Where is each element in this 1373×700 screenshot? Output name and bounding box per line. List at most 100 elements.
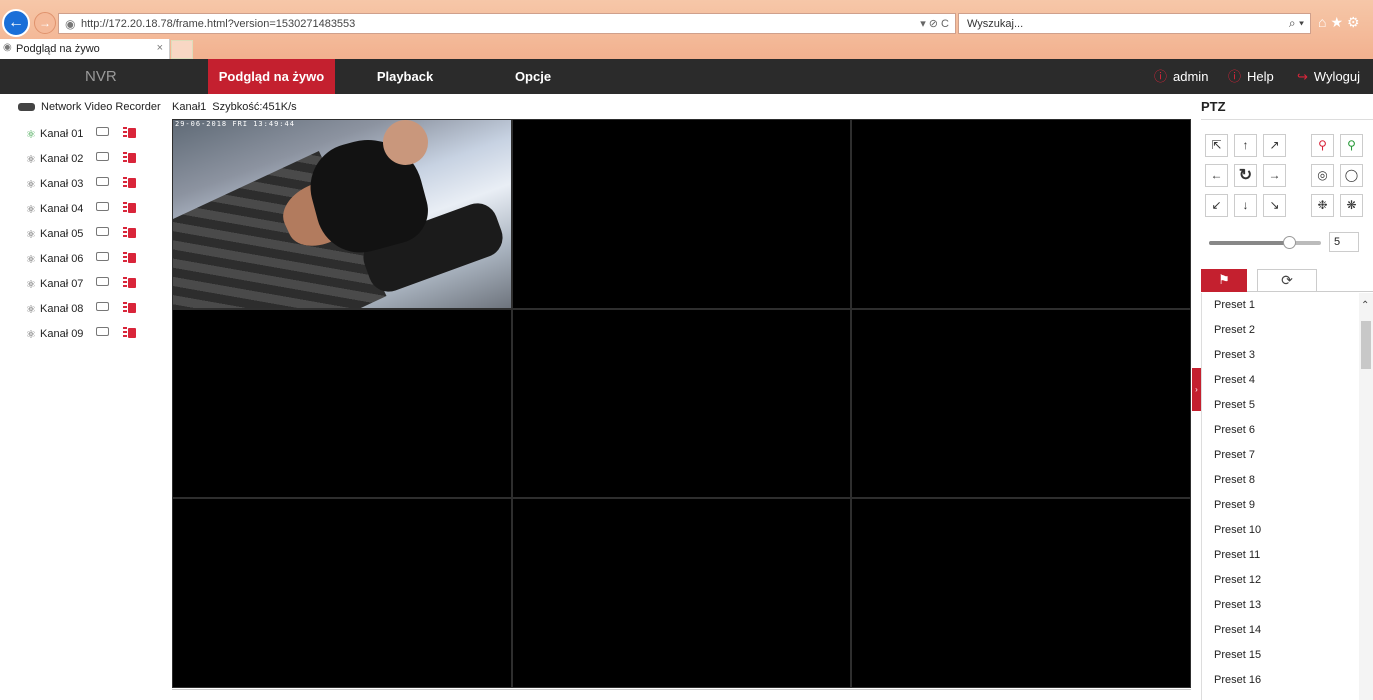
focus-near-icon[interactable]: ◎ [1311,164,1334,187]
ptz-speed-value[interactable]: 5 [1329,232,1359,252]
channel-item[interactable]: ⚛ Kanał 03 [26,176,156,203]
user-name: admin [1173,69,1209,84]
channel-item[interactable]: ⚛ Kanał 09 [26,326,156,353]
channel-item[interactable]: ⚛ Kanał 07 [26,276,156,303]
preset-item[interactable]: Preset 16 [1202,668,1359,693]
new-tab-button[interactable] [171,40,193,59]
preset-item[interactable]: Preset 14 [1202,618,1359,643]
record-icon[interactable] [96,252,109,264]
ptz-down-left-button[interactable]: ↙ [1205,194,1228,217]
ptz-right-button[interactable]: → [1263,164,1286,187]
ptz-speed-slider[interactable] [1209,241,1321,245]
record-icon[interactable] [96,302,109,314]
channel-label: Kanał 03 [40,178,84,190]
flag-icon[interactable]: ⚑ [1201,269,1247,292]
preset-item[interactable]: Preset 15 [1202,643,1359,668]
ptz-left-button[interactable]: ← [1205,164,1228,187]
scroll-thumb[interactable] [1361,321,1371,369]
home-favorites-settings-icons[interactable]: ⌂★⚙ [1318,14,1373,31]
preset-item[interactable]: Preset 1 [1202,293,1359,318]
video-cell-1[interactable]: 29-06-2018 FRI 13:49:44 [173,120,511,308]
user-icon: ⓘ [1154,69,1168,84]
preset-item[interactable]: Preset 12 [1202,568,1359,593]
preset-scrollbar[interactable]: ⌃ [1359,293,1373,700]
tab-close-icon[interactable]: × [157,42,163,54]
preset-item[interactable]: Preset 9 [1202,493,1359,518]
search-icon[interactable]: ⌕ ▾ [1289,16,1304,31]
camera-node-icon: ⚛ [26,229,36,241]
back-button[interactable]: ← [2,9,30,37]
logout-button[interactable]: ↪ Wyloguj [1297,59,1360,94]
alarm-icon[interactable] [123,301,136,314]
preset-item[interactable]: Preset 11 [1202,543,1359,568]
ptz-auto-rotate-button[interactable]: ↻ [1234,164,1257,187]
video-cell-7[interactable] [173,499,511,687]
record-icon[interactable] [96,277,109,289]
ptz-divider [1201,119,1373,120]
video-cell-3[interactable] [852,120,1190,308]
record-icon[interactable] [96,177,109,189]
address-controls[interactable]: ▾ ⊘ C [920,17,949,30]
channel-item[interactable]: ⚛ Kanał 05 [26,226,156,253]
record-icon[interactable] [96,152,109,164]
channel-item[interactable]: ⚛ Kanał 04 [26,201,156,228]
tab-playback[interactable]: Playback [360,59,450,94]
record-icon[interactable] [96,202,109,214]
alarm-icon[interactable] [123,151,136,164]
help-button[interactable]: ⓘ Help [1228,59,1274,94]
preset-item[interactable]: Preset 7 [1202,443,1359,468]
alarm-icon[interactable] [123,276,136,289]
preset-item[interactable]: Preset 2 [1202,318,1359,343]
user-menu[interactable]: ⓘ admin [1154,59,1208,94]
channel-item[interactable]: ⚛ Kanał 06 [26,251,156,278]
video-cell-4[interactable] [173,309,511,498]
browser-tab[interactable]: ◉ Podgląd na żywo × [0,39,170,59]
record-icon[interactable] [96,227,109,239]
alarm-icon[interactable] [123,176,136,189]
channel-item[interactable]: ⚛ Kanał 02 [26,151,156,178]
address-bar[interactable]: ◉ http://172.20.18.78/frame.html?version… [58,13,956,34]
search-input[interactable]: Wyszukaj... ⌕ ▾ [958,13,1311,34]
help-icon: ⓘ [1228,69,1242,84]
alarm-icon[interactable] [123,201,136,214]
video-cell-6[interactable] [852,309,1190,498]
channel-item[interactable]: ⚛ Kanał 01 [26,126,156,153]
alarm-icon[interactable] [123,251,136,264]
ptz-down-button[interactable]: ↓ [1234,194,1257,217]
record-icon[interactable] [96,127,109,139]
scroll-up-icon[interactable]: ⌃ [1361,300,1369,311]
tab-live-view[interactable]: Podgląd na żywo [208,59,335,94]
device-node[interactable]: Network Video Recorder [18,101,161,113]
tab-options[interactable]: Opcje [498,59,568,94]
ptz-up-right-button[interactable]: ↗ [1263,134,1286,157]
ptz-up-button[interactable]: ↑ [1234,134,1257,157]
zoom-out-icon[interactable]: ⚲ [1340,134,1363,157]
zoom-in-icon[interactable]: ⚲ [1311,134,1334,157]
cycle-icon[interactable]: ⟳ [1257,269,1317,292]
channel-item[interactable]: ⚛ Kanał 08 [26,301,156,328]
video-cell-8[interactable] [512,499,851,687]
focus-far-icon[interactable]: ◯ [1340,164,1363,187]
preset-item[interactable]: Preset 5 [1202,393,1359,418]
collapse-panel-button[interactable]: › [1192,368,1201,411]
ptz-speed-thumb[interactable] [1283,236,1296,249]
video-cell-5[interactable] [512,309,851,498]
ptz-up-left-button[interactable]: ⇱ [1205,134,1228,157]
preset-item[interactable]: Preset 10 [1202,518,1359,543]
video-cell-2[interactable] [512,120,851,308]
preset-item[interactable]: Preset 6 [1202,418,1359,443]
forward-button[interactable]: → [34,12,56,34]
preset-item[interactable]: Preset 3 [1202,343,1359,368]
ptz-down-right-button[interactable]: ↘ [1263,194,1286,217]
iris-open-icon[interactable]: ❉ [1311,194,1334,217]
preset-item[interactable]: Preset 8 [1202,468,1359,493]
alarm-icon[interactable] [123,326,136,339]
iris-close-icon[interactable]: ❋ [1340,194,1363,217]
video-cell-9[interactable] [852,499,1190,687]
record-icon[interactable] [96,327,109,339]
address-url[interactable]: http://172.20.18.78/frame.html?version=1… [81,18,355,30]
alarm-icon[interactable] [123,226,136,239]
preset-item[interactable]: Preset 13 [1202,593,1359,618]
preset-item[interactable]: Preset 4 [1202,368,1359,393]
alarm-icon[interactable] [123,126,136,139]
